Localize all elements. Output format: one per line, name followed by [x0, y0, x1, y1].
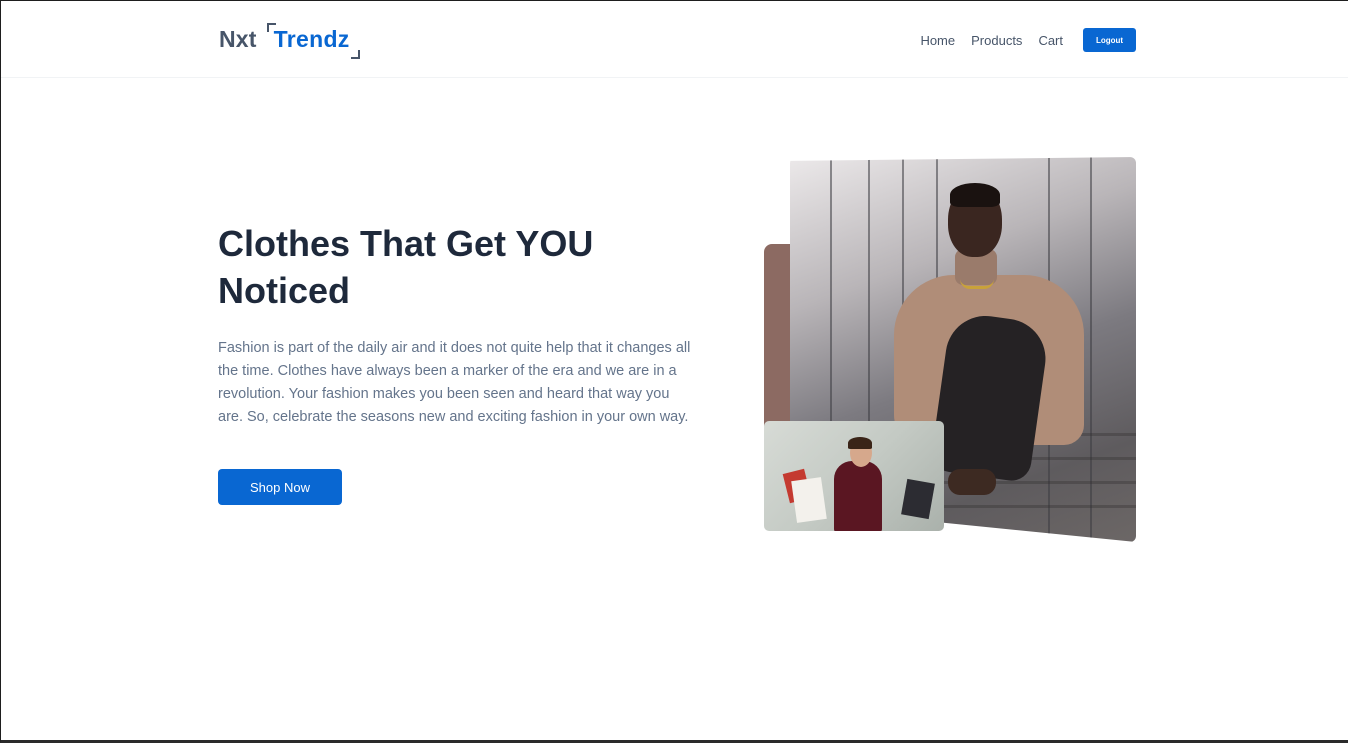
header: Nxt Trendz Home Products Cart Logout — [1, 1, 1348, 78]
nav-link-cart[interactable]: Cart — [1038, 33, 1063, 48]
logo-text-trendz: Trendz — [273, 25, 350, 52]
woman-hair — [848, 437, 872, 449]
logo-bracket-top-left — [266, 22, 276, 32]
model-hair — [950, 183, 1000, 207]
model-hand — [948, 469, 996, 495]
woman-coat — [834, 461, 882, 531]
logo-text-nxt: Nxt — [219, 25, 257, 52]
shopping-bag-black — [901, 478, 935, 520]
shop-now-button[interactable]: Shop Now — [218, 469, 342, 505]
hero-heading: Clothes That Get YOU Noticed — [218, 223, 594, 311]
hero-secondary-image — [764, 421, 944, 531]
shopping-bag-white — [791, 477, 827, 523]
nav-menu: Home Products Cart Logout — [920, 28, 1136, 52]
logo-trendz-frame: Trendz — [266, 22, 360, 59]
model-necklace — [960, 279, 994, 289]
nav-link-home[interactable]: Home — [920, 33, 955, 48]
website-logo[interactable]: Nxt Trendz — [219, 21, 360, 59]
logout-button[interactable]: Logout — [1083, 28, 1136, 52]
hero-description: Fashion is part of the daily air and it … — [218, 340, 691, 425]
building-glass-line — [1090, 157, 1092, 542]
nav-link-products[interactable]: Products — [971, 33, 1022, 48]
logo-bracket-bottom-right — [350, 49, 360, 59]
